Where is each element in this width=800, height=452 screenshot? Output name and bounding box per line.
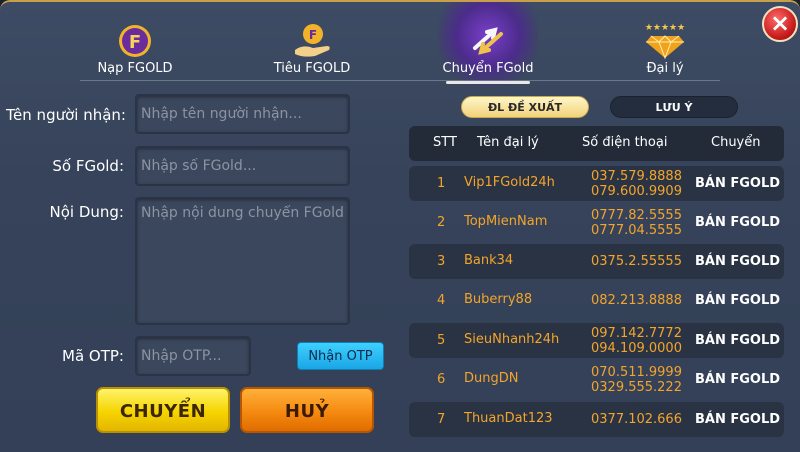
row-phone: 097.142.7772 094.109.0000 [591, 326, 682, 356]
header-stt: STT [433, 135, 457, 150]
table-row: 3 Bank34 0375.2.55555 BÁN FGOLD [409, 244, 784, 279]
row-agent-name: TopMienNam [464, 214, 548, 229]
row-stt: 5 [437, 333, 446, 348]
recipient-input[interactable] [141, 102, 344, 126]
agent-table-header: STT Tên đại lý Số điện thoại Chuyển [409, 126, 784, 161]
otp-field[interactable] [135, 336, 251, 376]
row-stt: 2 [437, 215, 446, 230]
row-phone: 070.511.9999 0329.555.222 [591, 365, 682, 395]
header-name: Tên đại lý [477, 135, 539, 150]
fgold-coin-icon: F [119, 25, 151, 57]
sell-fgold-button[interactable]: BÁN FGOLD [695, 254, 780, 269]
row-agent-name: SieuNhanh24h [464, 332, 560, 347]
tab-divider [80, 80, 720, 81]
row-agent-name: Bank34 [464, 253, 514, 268]
row-phone: 037.579.8888 079.600.9909 [591, 169, 682, 199]
transfer-arrows-icon [473, 27, 503, 55]
row-agent-name: Buberry88 [464, 292, 533, 307]
hand-coin-icon: F [295, 24, 330, 57]
row-agent-name: ThuanDat123 [464, 411, 553, 426]
tab-nap-fgold[interactable]: F Nạp FGOLD [92, 2, 178, 86]
table-row: 6 DungDN 070.511.9999 0329.555.222 BÁN FG… [409, 362, 784, 397]
table-row: 4 Buberry88 082.213.8888 BÁN FGOLD [409, 283, 784, 318]
row-phone: 0777.82.5555 0777.04.5555 [591, 208, 682, 238]
amount-label: Số FGold: [52, 157, 124, 175]
phone-1: 070.511.9999 [591, 365, 682, 380]
tab-tieu-fgold[interactable]: F Tiêu FGOLD [272, 2, 352, 86]
svg-text:F: F [129, 32, 141, 53]
row-agent-name: Vip1FGold24h [464, 175, 555, 190]
get-otp-button[interactable]: Nhận OTP [297, 342, 384, 370]
svg-text:★★★★★: ★★★★★ [645, 23, 685, 33]
tab-label: Đại lý [646, 61, 684, 76]
subtab-suggested-agents[interactable]: ĐL ĐỀ XUẤT [461, 96, 589, 118]
tab-bar: F Nạp FGOLD F Tiêu FGOLD Chuyển FGold ★★… [0, 2, 760, 86]
phone-1: 0777.82.5555 [591, 208, 682, 223]
content-label: Nội Dung: [49, 203, 124, 221]
row-agent-name: DungDN [464, 371, 519, 386]
otp-label: Mã OTP: [62, 347, 124, 365]
svg-text:F: F [309, 28, 317, 42]
sell-fgold-button[interactable]: BÁN FGOLD [695, 176, 780, 191]
row-stt: 3 [437, 254, 446, 269]
tab-label: Nạp FGOLD [97, 61, 173, 76]
content-textarea[interactable] [141, 205, 344, 317]
tab-chuyen-fgold[interactable]: Chuyển FGold [438, 2, 538, 86]
phone-2: 079.600.9909 [591, 184, 682, 199]
sell-fgold-button[interactable]: BÁN FGOLD [695, 412, 780, 427]
phone-1: 097.142.7772 [591, 326, 682, 341]
table-row: 2 TopMienNam 0777.82.5555 0777.04.5555 BÁ… [409, 205, 784, 240]
table-row: 1 Vip1FGold24h 037.579.8888 079.600.9909 … [409, 166, 784, 201]
row-phone: 082.213.8888 [591, 293, 682, 308]
row-stt: 4 [437, 293, 446, 308]
phone-2: 0777.04.5555 [591, 223, 682, 238]
close-icon: × [769, 9, 791, 37]
table-row: 7 ThuanDat123 0377.102.666 BÁN FGOLD [409, 402, 784, 437]
sell-fgold-button[interactable]: BÁN FGOLD [695, 372, 780, 387]
cancel-button[interactable]: HUỶ [240, 387, 374, 433]
active-tab-indicator [446, 81, 530, 84]
amount-field[interactable] [135, 146, 350, 186]
row-stt: 7 [437, 412, 446, 427]
tab-dai-ly[interactable]: ★★★★★ Đại lý [630, 2, 700, 86]
tab-label: Chuyển FGold [442, 61, 534, 76]
tab-label: Tiêu FGOLD [273, 61, 351, 76]
header-action: Chuyển [711, 135, 761, 150]
close-button[interactable]: × [762, 6, 798, 42]
otp-input[interactable] [141, 344, 245, 368]
phone-2: 094.109.0000 [591, 341, 682, 356]
row-phone: 0375.2.55555 [591, 254, 682, 269]
submit-transfer-button[interactable]: CHUYỂN [96, 387, 230, 433]
sell-fgold-button[interactable]: BÁN FGOLD [695, 215, 780, 230]
row-stt: 1 [437, 176, 446, 191]
transfer-dialog: F Nạp FGOLD F Tiêu FGOLD Chuyển FGold ★★… [0, 0, 800, 452]
header-phone: Số điện thoại [582, 135, 668, 150]
subtab-note[interactable]: LƯU Ý [610, 96, 738, 118]
phone-1: 037.579.8888 [591, 169, 682, 184]
recipient-label: Tên người nhận: [6, 106, 126, 124]
recipient-field[interactable] [135, 94, 350, 134]
amount-input[interactable] [141, 154, 344, 178]
sell-fgold-button[interactable]: BÁN FGOLD [695, 293, 780, 308]
diamond-stars-icon: ★★★★★ [645, 23, 685, 60]
phone-2: 0329.555.222 [591, 380, 682, 395]
row-stt: 6 [437, 372, 446, 387]
sell-fgold-button[interactable]: BÁN FGOLD [695, 333, 780, 348]
content-field[interactable] [135, 197, 350, 325]
table-row: 5 SieuNhanh24h 097.142.7772 094.109.0000 … [409, 323, 784, 358]
row-phone: 0377.102.666 [591, 412, 682, 427]
